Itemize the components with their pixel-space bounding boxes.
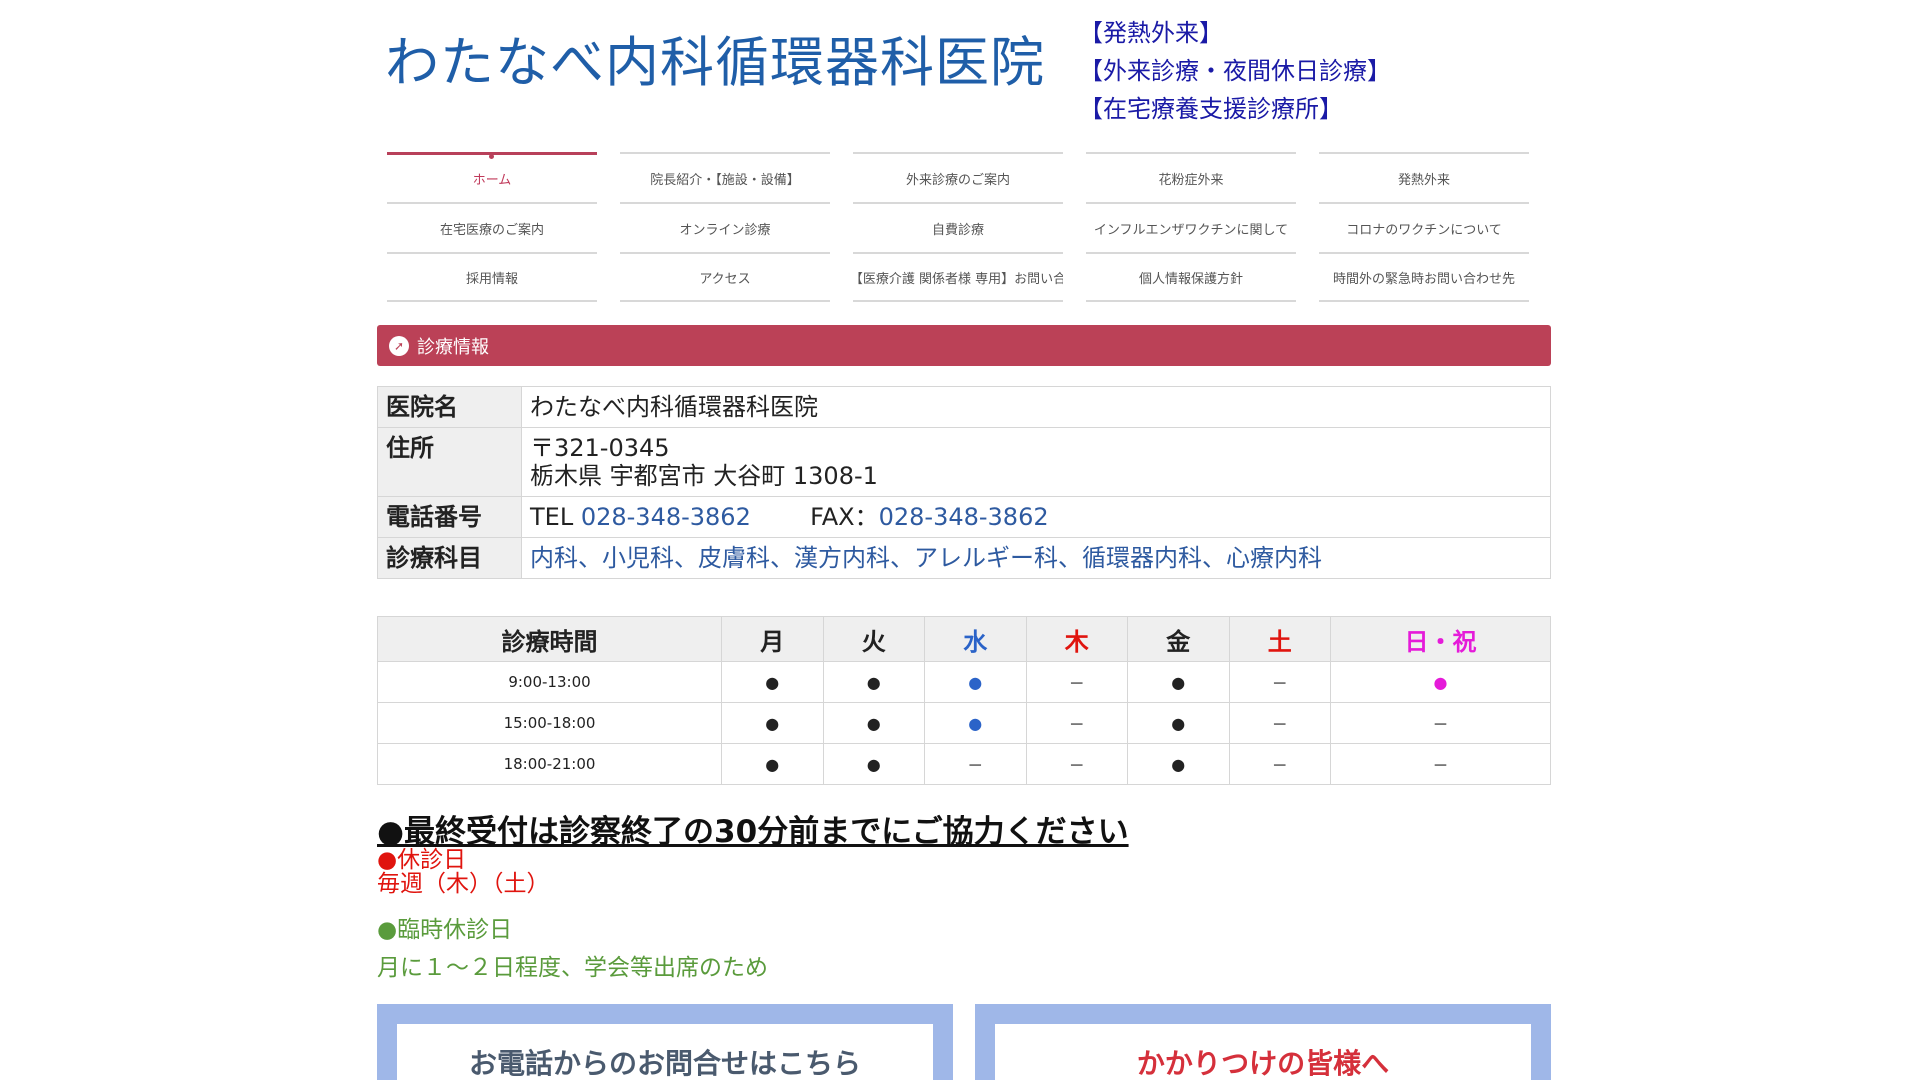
closed-days-title: ●休診日 (377, 847, 467, 873)
schedule-header-tue: 火 (822, 616, 925, 662)
section-header: ➚ 診療情報 (377, 325, 1551, 366)
schedule-cell: － (1228, 661, 1331, 703)
header-links: 【発熱外来】 【外来診療・夜間休日診療】 【在宅療養支援診療所】 (1079, 14, 1391, 128)
nav-item-professionals[interactable]: 【医療介護 関係者様 専用】お問い合 (853, 252, 1063, 302)
schedule-header-mon: 月 (721, 616, 824, 662)
clinic-info-table: 医院名 わたなべ内科循環器科医院 住所 〒321-0345 栃木県 宇都宮市 大… (377, 386, 1551, 579)
schedule-header-time: 診療時間 (377, 616, 722, 662)
nav-item-influenza[interactable]: インフルエンザワクチンに関して (1086, 202, 1296, 252)
section-title: 診療情報 (417, 336, 489, 358)
schedule-cell: － (1025, 702, 1128, 744)
closed-days-value: 毎週（木）（土） (377, 871, 550, 897)
schedule-time: 15:00-18:00 (377, 702, 722, 744)
schedule-cell: ● (822, 743, 925, 785)
schedule-cell: ● (822, 661, 925, 703)
schedule-cell: ● (924, 702, 1027, 744)
schedule-cell: － (1228, 702, 1331, 744)
schedule-table: 診療時間 月 火 水 木 金 土 日・祝 9:00-13:00 ● ● ● － … (377, 616, 1551, 785)
schedule-cell: － (1025, 743, 1128, 785)
schedule-cell: － (1330, 743, 1551, 785)
postal-code: 〒321-0345 (530, 434, 670, 462)
nav-item-outpatient[interactable]: 外来診療のご案内 (853, 152, 1063, 202)
regular-patients-banner-text: かかりつけの皆様へ (995, 1024, 1531, 1080)
phone-contact-banner[interactable]: お電話からのお問合せはこちら (377, 1004, 953, 1080)
phone-contact-banner-text: お電話からのお問合せはこちら (397, 1024, 933, 1080)
header-link-fever[interactable]: 【発熱外来】 (1079, 14, 1391, 52)
temp-closed-title: ●臨時休診日 (377, 917, 513, 943)
schedule-cell: ● (721, 743, 824, 785)
schedule-cell: － (1025, 661, 1128, 703)
schedule-header-sun: 日・祝 (1330, 616, 1551, 662)
schedule-cell: ● (721, 702, 824, 744)
nav-item-director[interactable]: 院長紹介・【施設・設備】 (620, 152, 830, 202)
clinic-name-value: わたなべ内科循環器科医院 (521, 386, 1551, 428)
reception-notice: ●最終受付は診察終了の30分前までにご協力ください (377, 814, 1129, 850)
arrow-icon: ➚ (389, 335, 409, 356)
schedule-cell: － (1228, 743, 1331, 785)
nav-item-selfpay[interactable]: 自費診療 (853, 202, 1063, 252)
nav-item-homecare[interactable]: 在宅医療のご案内 (387, 202, 597, 252)
schedule-header-wed: 水 (924, 616, 1027, 662)
temp-closed-desc: 月に１～２日程度、学会等出席のため (377, 955, 768, 981)
header-link-outpatient[interactable]: 【外来診療・夜間休日診療】 (1079, 52, 1391, 90)
schedule-cell: － (1330, 702, 1551, 744)
schedule-cell: ● (924, 661, 1027, 703)
table-row: 医院名 わたなべ内科循環器科医院 (377, 386, 1551, 428)
schedule-cell: ● (721, 661, 824, 703)
main-nav: ホーム 院長紹介・【施設・設備】 外来診療のご案内 花粉症外来 発熱外来 在宅医… (387, 152, 1537, 302)
schedule-cell: ● (1127, 661, 1230, 703)
schedule-header-fri: 金 (1127, 616, 1230, 662)
schedule-time: 18:00-21:00 (377, 743, 722, 785)
regular-patients-banner[interactable]: かかりつけの皆様へ (975, 1004, 1551, 1080)
schedule-time: 9:00-13:00 (377, 661, 722, 703)
schedule-cell: ● (1127, 702, 1230, 744)
schedule-header-sat: 土 (1228, 616, 1331, 662)
address-value: 〒321-0345 栃木県 宇都宮市 大谷町 1308-1 (521, 427, 1551, 497)
address-line: 栃木県 宇都宮市 大谷町 1308-1 (530, 462, 878, 490)
schedule-cell: ● (1127, 743, 1230, 785)
phone-value: TEL 028-348-3862 FAX：028-348-3862 (521, 496, 1551, 538)
fax-link[interactable]: 028-348-3862 (879, 503, 1049, 531)
schedule-header-row: 診療時間 月 火 水 木 金 土 日・祝 (377, 616, 1551, 662)
schedule-cell: ● (1330, 661, 1551, 703)
table-row: 住所 〒321-0345 栃木県 宇都宮市 大谷町 1308-1 (377, 427, 1551, 497)
nav-item-covid[interactable]: コロナのワクチンについて (1319, 202, 1529, 252)
schedule-cell: － (924, 743, 1027, 785)
address-label: 住所 (377, 427, 522, 497)
nav-item-emergency[interactable]: 時間外の緊急時お問い合わせ先 (1319, 252, 1529, 302)
schedule-header-thu: 木 (1025, 616, 1128, 662)
phone-label: 電話番号 (377, 496, 522, 538)
departments-value: 内科、小児科、皮膚科、漢方内科、アレルギー科、循環器内科、心療内科 (521, 537, 1551, 579)
clinic-name-label: 医院名 (377, 386, 522, 428)
nav-item-online[interactable]: オンライン診療 (620, 202, 830, 252)
header-link-homecare[interactable]: 【在宅療養支援診療所】 (1079, 90, 1391, 128)
site-logo[interactable]: わたなべ内科循環器科医院 (385, 18, 1045, 97)
table-row: 18:00-21:00 ● ● － － ● － － (377, 743, 1551, 785)
nav-item-home[interactable]: ホーム (387, 152, 597, 202)
nav-item-access[interactable]: アクセス (620, 252, 830, 302)
schedule-cell: ● (822, 702, 925, 744)
departments-link[interactable]: 内科、小児科、皮膚科、漢方内科、アレルギー科、循環器内科、心療内科 (530, 544, 1322, 572)
fax-prefix: FAX： (810, 503, 879, 531)
table-row: 15:00-18:00 ● ● ● － ● － － (377, 702, 1551, 744)
table-row: 電話番号 TEL 028-348-3862 FAX：028-348-3862 (377, 496, 1551, 538)
nav-item-privacy[interactable]: 個人情報保護方針 (1086, 252, 1296, 302)
table-row: 9:00-13:00 ● ● ● － ● － ● (377, 661, 1551, 703)
table-row: 診療科目 内科、小児科、皮膚科、漢方内科、アレルギー科、循環器内科、心療内科 (377, 537, 1551, 579)
closed-days-note: ●休診日 毎週（木）（土） (377, 848, 550, 896)
tel-prefix: TEL (530, 503, 581, 531)
nav-item-fever[interactable]: 発熱外来 (1319, 152, 1529, 202)
tel-link[interactable]: 028-348-3862 (581, 503, 751, 531)
departments-label: 診療科目 (377, 537, 522, 579)
nav-item-hayfever[interactable]: 花粉症外来 (1086, 152, 1296, 202)
nav-item-recruit[interactable]: 採用情報 (387, 252, 597, 302)
